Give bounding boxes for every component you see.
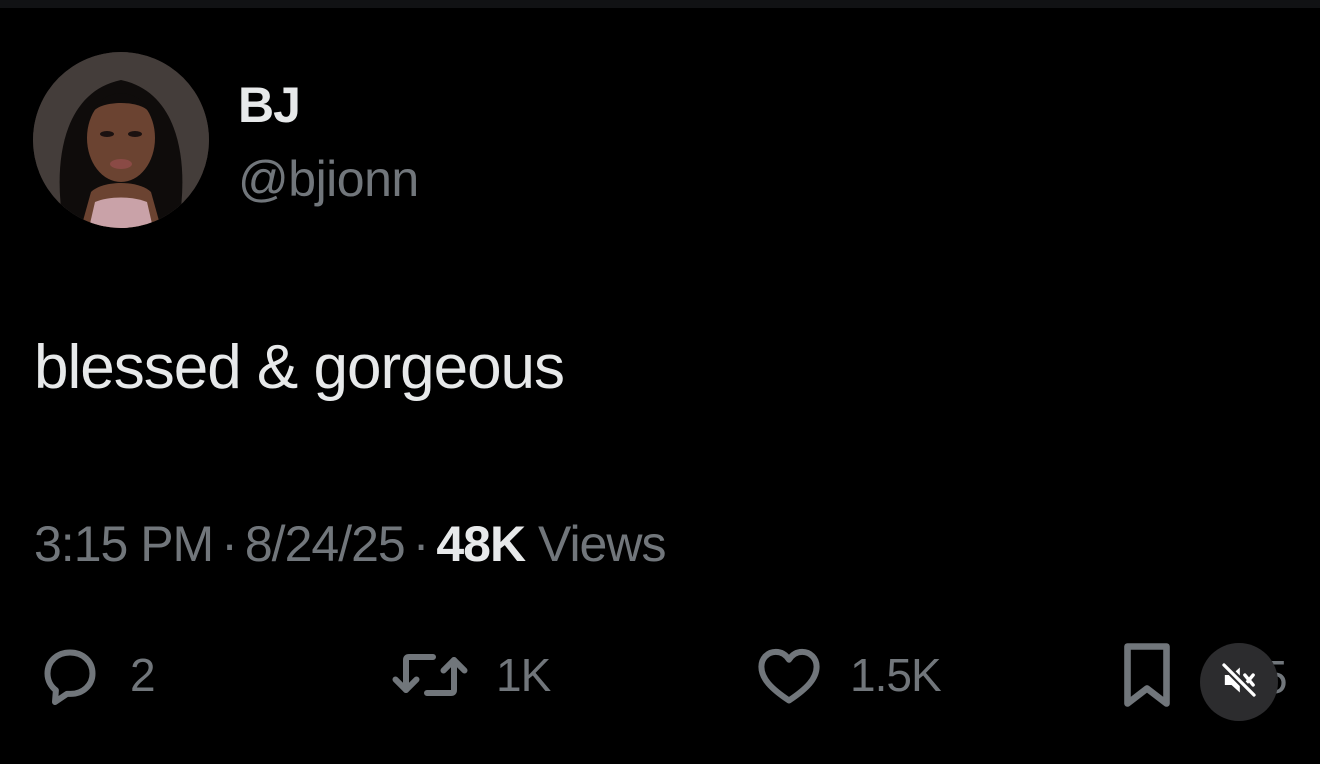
tweet-time[interactable]: 3:15 PM — [34, 516, 214, 572]
tweet-text: blessed & gorgeous — [34, 333, 565, 402]
avatar[interactable] — [33, 52, 209, 228]
action-bar: 2 1K 1.5K — [0, 630, 1320, 720]
meta-separator: · — [221, 516, 238, 572]
user-handle[interactable]: @bjionn — [238, 150, 419, 208]
retweet-button[interactable]: 1K — [388, 630, 551, 720]
like-button[interactable]: 1.5K — [752, 630, 942, 720]
bookmark-icon — [1118, 639, 1176, 711]
retweet-icon — [388, 639, 472, 711]
mute-button[interactable] — [1200, 643, 1278, 721]
like-count: 1.5K — [850, 649, 942, 701]
meta-separator: · — [412, 516, 430, 572]
views-label[interactable]: Views — [538, 516, 666, 572]
tweet-meta: 3:15 PM · 8/24/25 · 48K Views — [34, 515, 666, 573]
retweet-count: 1K — [496, 649, 551, 701]
heart-icon — [752, 639, 826, 711]
reply-icon — [34, 639, 106, 711]
display-name[interactable]: BJ — [238, 76, 301, 134]
bookmark-button[interactable] — [1118, 630, 1176, 720]
tweet-date[interactable]: 8/24/25 — [245, 516, 406, 572]
reply-count: 2 — [130, 649, 156, 701]
top-strip — [0, 0, 1320, 8]
avatar-image — [33, 52, 209, 228]
speaker-muted-icon — [1219, 660, 1259, 705]
views-count[interactable]: 48K — [436, 516, 526, 572]
reply-button[interactable]: 2 — [34, 630, 156, 720]
